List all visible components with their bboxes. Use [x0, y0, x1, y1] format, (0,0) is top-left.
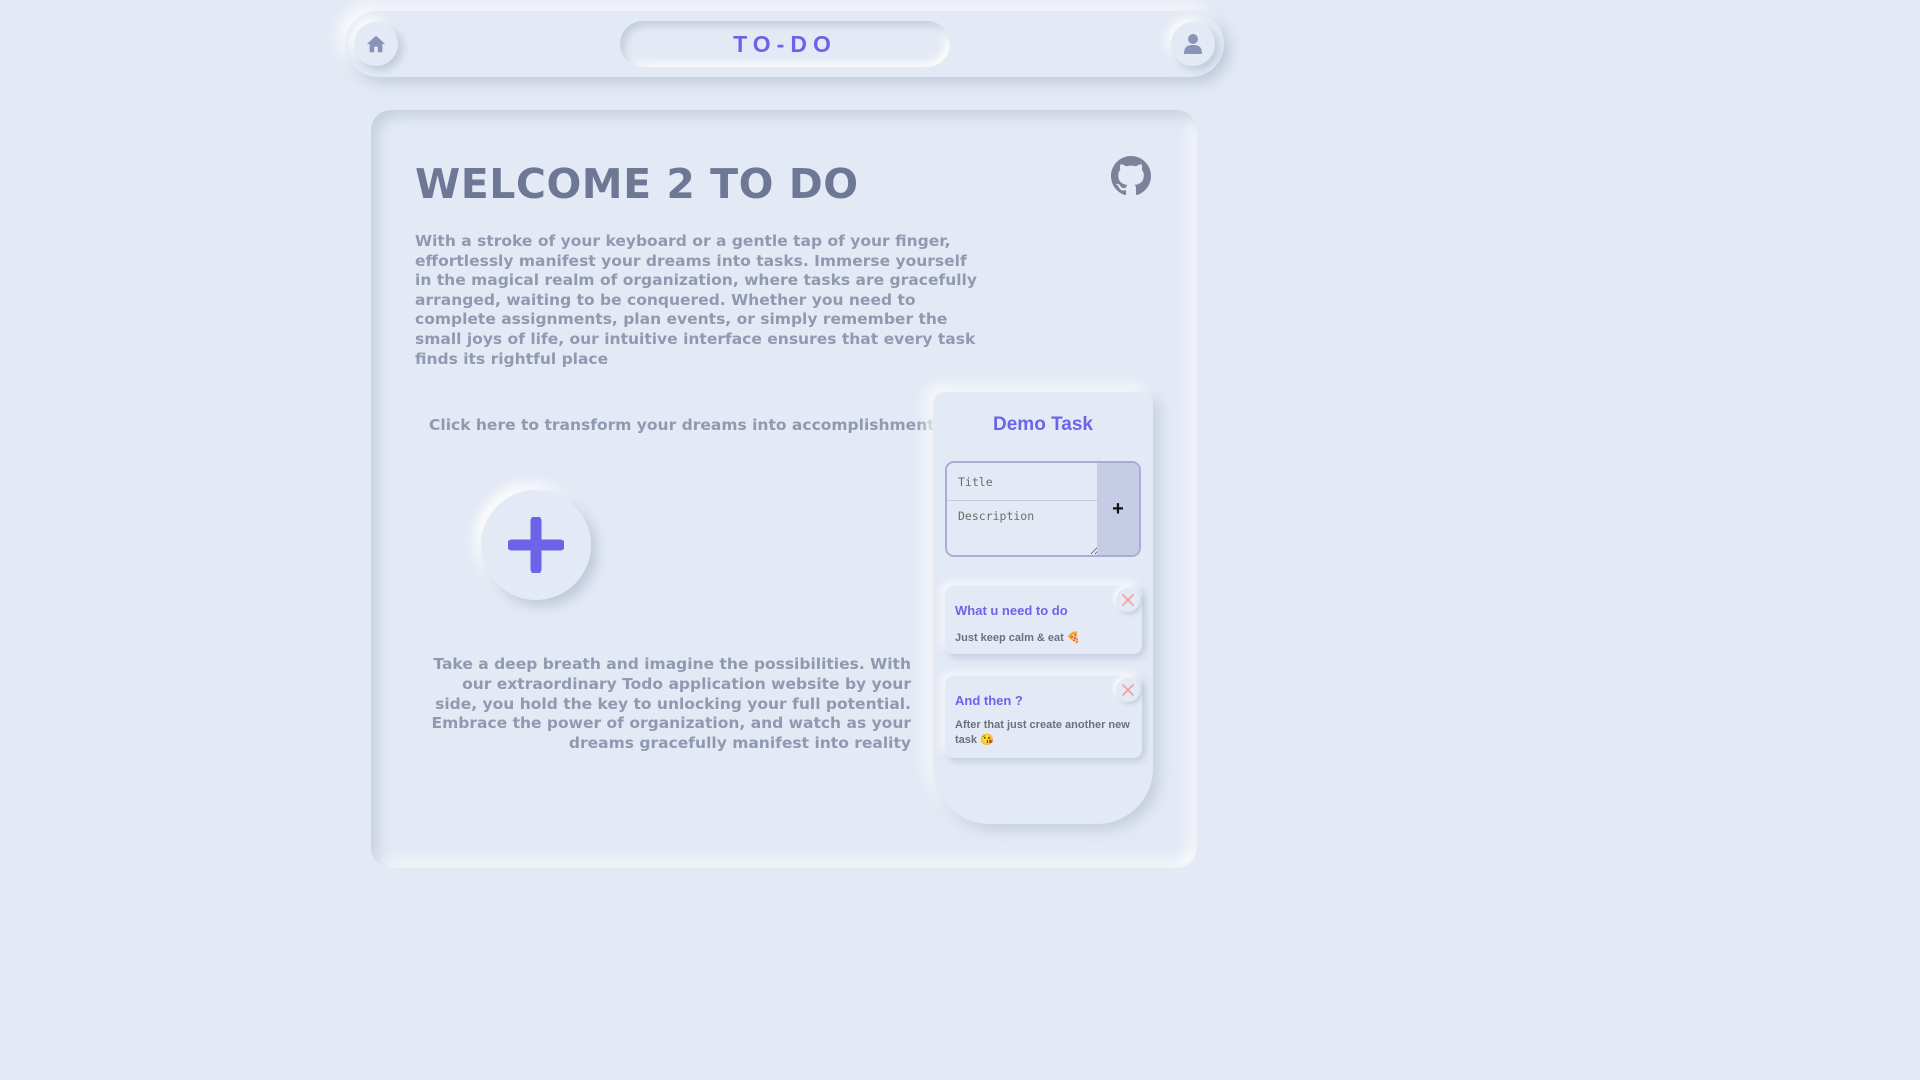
demo-title: Demo Task	[993, 414, 1093, 435]
task-title-input[interactable]	[947, 463, 1099, 501]
cta-text: Click here to transform your dreams into…	[429, 416, 944, 434]
task-description: Just keep calm & eat 🍕	[955, 632, 1081, 644]
close-icon	[1122, 594, 1134, 606]
user-icon	[1184, 34, 1202, 54]
top-nav-bar: TO-DO	[345, 11, 1224, 77]
add-task-button[interactable]	[481, 490, 591, 600]
submit-task-button[interactable]: +	[1097, 463, 1139, 555]
profile-button[interactable]	[1171, 22, 1215, 66]
intro-paragraph: With a stroke of your keyboard or a gent…	[415, 232, 977, 368]
task-card: And then ? After that just create anothe…	[945, 676, 1142, 758]
new-task-form: +	[945, 461, 1141, 557]
home-button[interactable]	[354, 22, 398, 66]
github-icon[interactable]	[1111, 156, 1151, 196]
page-title: WELCOME 2 TO DO	[415, 160, 859, 208]
plus-icon	[508, 517, 564, 573]
outro-paragraph: Take a deep breath and imagine the possi…	[431, 655, 911, 753]
home-icon	[366, 35, 386, 53]
delete-task-button[interactable]	[1116, 588, 1140, 612]
delete-task-button[interactable]	[1116, 678, 1140, 702]
task-card: What u need to do Just keep calm & eat 🍕	[945, 586, 1142, 654]
close-icon	[1122, 684, 1134, 696]
app-title: TO-DO	[733, 30, 837, 57]
main-card: WELCOME 2 TO DO With a stroke of your ke…	[371, 110, 1197, 868]
app-title-pill: TO-DO	[620, 21, 950, 67]
task-title: And then ?	[955, 693, 1023, 708]
task-description: After that just create another new task …	[955, 719, 1130, 746]
task-description-input[interactable]	[947, 501, 1099, 555]
task-title: What u need to do	[955, 603, 1068, 618]
demo-task-panel: Demo Task + What u need to do Just keep …	[933, 392, 1153, 824]
